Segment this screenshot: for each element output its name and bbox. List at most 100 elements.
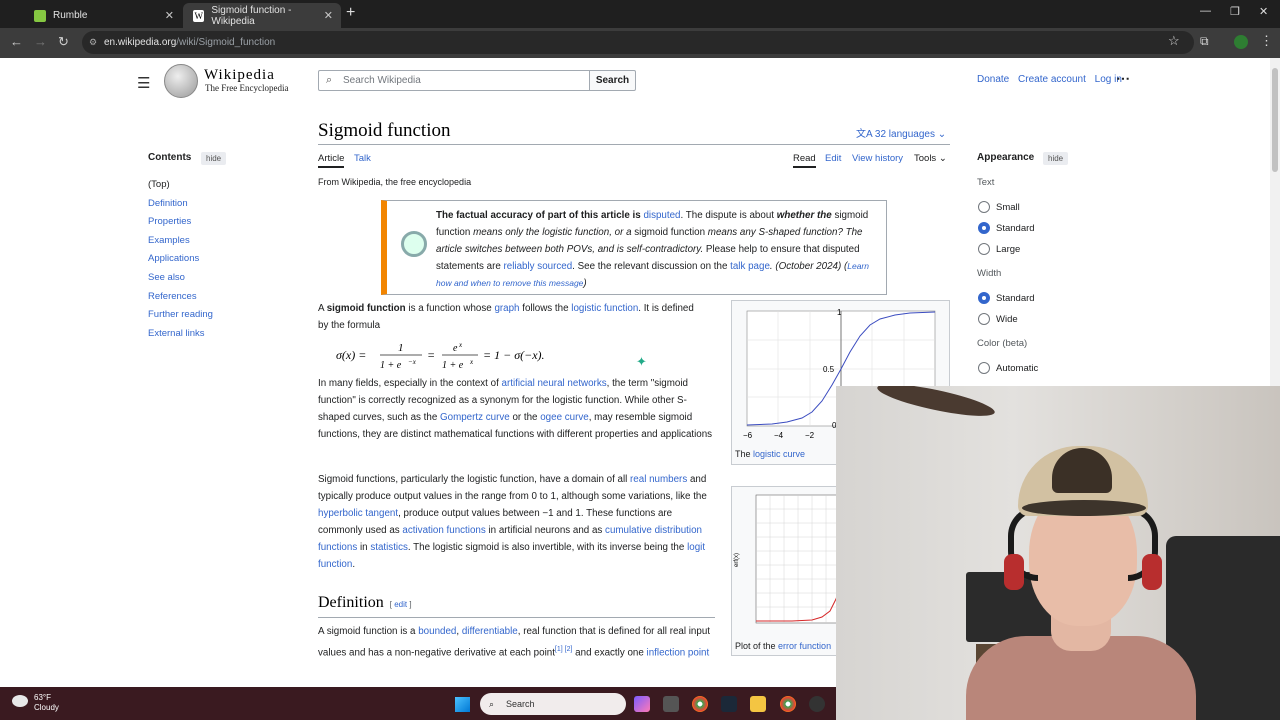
disputed-link[interactable]: disputed — [643, 210, 680, 221]
app-icon[interactable] — [663, 696, 679, 712]
create-account-link[interactable]: Create account — [1018, 74, 1086, 85]
p3-text-a: Sigmoid functions, particularly the logi… — [318, 474, 628, 485]
tab-edit[interactable]: Edit — [825, 153, 841, 164]
file-explorer-icon[interactable] — [750, 696, 766, 712]
obs-icon[interactable] — [809, 696, 825, 712]
site-info-icon[interactable]: ⚙ — [89, 31, 97, 54]
tab-wikipedia[interactable]: W Sigmoid function - Wikipedia ✕ — [183, 3, 341, 28]
tab-rumble[interactable]: Rumble ✕ — [24, 3, 182, 28]
forward-icon[interactable]: → — [34, 34, 47, 49]
toc-item-see-also[interactable]: See also — [148, 269, 213, 288]
profile-avatar[interactable] — [1234, 35, 1248, 49]
address-bar[interactable]: ⚙ en.wikipedia.org/wiki/Sigmoid_function — [82, 31, 1194, 54]
scrollbar-thumb[interactable] — [1272, 68, 1278, 172]
reliably-sourced-link[interactable]: reliably sourced — [504, 261, 573, 272]
p1-bold: sigmoid function — [326, 303, 406, 314]
new-tab-icon[interactable]: + — [346, 4, 355, 22]
toc-hide-button[interactable]: hide — [201, 152, 227, 165]
tab-article[interactable]: Article — [318, 153, 345, 168]
real-numbers-link[interactable]: real numbers — [630, 474, 687, 485]
tab-talk[interactable]: Talk — [354, 153, 371, 164]
activation-functions-link[interactable]: activation functions — [402, 525, 485, 536]
logistic-curve-link[interactable]: logistic curve — [753, 449, 805, 459]
wikipedia-wordmark[interactable]: Wikipedia — [204, 67, 275, 84]
caption-text: Plot of the — [735, 641, 776, 651]
dispute-notice: The factual accuracy of part of this art… — [381, 200, 887, 295]
extensions-icon[interactable]: ⧉ — [1200, 34, 1209, 49]
tab-label: Sigmoid function - Wikipedia — [211, 4, 292, 27]
ogee-link[interactable]: ogee curve — [540, 412, 588, 423]
toc-item-references[interactable]: References — [148, 288, 213, 307]
y-axis-label: erf(x) — [734, 553, 740, 567]
language-selector[interactable]: 文A 32 languages ⌄ — [856, 125, 946, 140]
search-icon: ⌕ — [489, 699, 495, 709]
radio-width-wide[interactable] — [978, 313, 990, 325]
talk-link[interactable]: talk — [730, 261, 745, 272]
radio-color-automatic[interactable] — [978, 362, 990, 374]
taskbar-search[interactable]: ⌕ Search — [480, 693, 626, 715]
error-function-link[interactable]: error function — [778, 641, 831, 651]
p3-text-d: in artificial neurons and as — [488, 525, 603, 537]
tab-read[interactable]: Read — [793, 153, 816, 168]
toc-item-properties[interactable]: Properties — [148, 213, 213, 232]
inflection-point-link[interactable]: inflection point — [647, 647, 710, 658]
steam-icon[interactable] — [721, 696, 737, 712]
main-menu-icon[interactable]: ☰ — [137, 74, 150, 92]
figure-error-function[interactable]: erf(x) Plot of the error function — [731, 486, 841, 656]
reload-icon[interactable]: ↻ — [58, 34, 69, 50]
hyperbolic-tangent-link[interactable]: hyperbolic tangent — [318, 508, 398, 519]
donate-link[interactable]: Donate — [977, 74, 1009, 85]
svg-text:=: = — [427, 348, 435, 362]
windows-start-icon[interactable] — [455, 697, 470, 712]
appearance-hide-button[interactable]: hide — [1043, 152, 1069, 165]
toc-item-examples[interactable]: Examples — [148, 232, 213, 251]
copilot-icon[interactable] — [634, 696, 650, 712]
browser-menu-icon[interactable]: ⋮ — [1260, 33, 1273, 49]
toc-item-further-reading[interactable]: Further reading — [148, 306, 213, 325]
toc-item-definition[interactable]: Definition — [148, 195, 213, 214]
more-options-icon[interactable]: ⋯ — [1116, 70, 1130, 87]
bookmark-star-icon[interactable]: ☆ — [1168, 33, 1180, 49]
gompertz-link[interactable]: Gompertz curve — [440, 412, 510, 423]
statistics-link[interactable]: statistics — [370, 542, 408, 553]
bounded-link[interactable]: bounded — [418, 626, 456, 637]
rumble-icon — [34, 9, 46, 22]
talk-page-link[interactable]: page — [748, 261, 770, 272]
edit-section-link[interactable]: edit — [394, 600, 407, 609]
windows-taskbar — [0, 687, 836, 720]
close-icon[interactable]: ✕ — [165, 9, 174, 22]
minimize-icon[interactable]: — — [1200, 5, 1211, 17]
figure-caption: Plot of the error function — [735, 641, 831, 651]
chrome-active-icon[interactable] — [780, 696, 796, 712]
toc-item-external-links[interactable]: External links — [148, 325, 213, 344]
search-input[interactable]: ⌕ Search Wikipedia — [318, 70, 590, 91]
graph-link[interactable]: graph — [494, 303, 519, 314]
back-icon[interactable]: ← — [10, 34, 23, 49]
site-sub: From Wikipedia, the free encyclopedia — [318, 177, 472, 187]
toc-item-top[interactable]: (Top) — [148, 176, 213, 195]
radio-width-standard[interactable] — [978, 292, 990, 304]
logistic-function-link[interactable]: logistic function — [571, 303, 638, 314]
weather-widget[interactable]: 63°F Cloudy — [12, 693, 59, 713]
chrome-icon[interactable] — [692, 696, 708, 712]
search-placeholder: Search Wikipedia — [343, 75, 421, 86]
tools-label: Tools — [914, 153, 937, 164]
tools-menu[interactable]: Tools ⌄ — [914, 153, 947, 164]
search-button[interactable]: Search — [589, 70, 636, 91]
close-icon[interactable]: ✕ — [324, 9, 333, 22]
radio-text-large[interactable] — [978, 243, 990, 255]
differentiable-link[interactable]: differentiable — [462, 626, 518, 637]
restore-icon[interactable]: ❐ — [1230, 5, 1240, 18]
paragraph-domain: Sigmoid functions, particularly the logi… — [318, 471, 718, 574]
wikipedia-globe-logo[interactable] — [164, 64, 198, 98]
radio-text-standard[interactable] — [978, 222, 990, 234]
ann-link[interactable]: artificial neural networks — [502, 378, 607, 389]
radio-text-small[interactable] — [978, 201, 990, 213]
radio-label: Small — [996, 202, 1020, 213]
headphone-left — [1004, 554, 1024, 590]
toc-item-applications[interactable]: Applications — [148, 250, 213, 269]
appearance-heading: Appearance — [977, 152, 1035, 163]
reference-links[interactable]: [1] [2] — [555, 646, 573, 653]
close-window-icon[interactable]: ✕ — [1259, 5, 1268, 18]
tab-view-history[interactable]: View history — [852, 153, 903, 164]
